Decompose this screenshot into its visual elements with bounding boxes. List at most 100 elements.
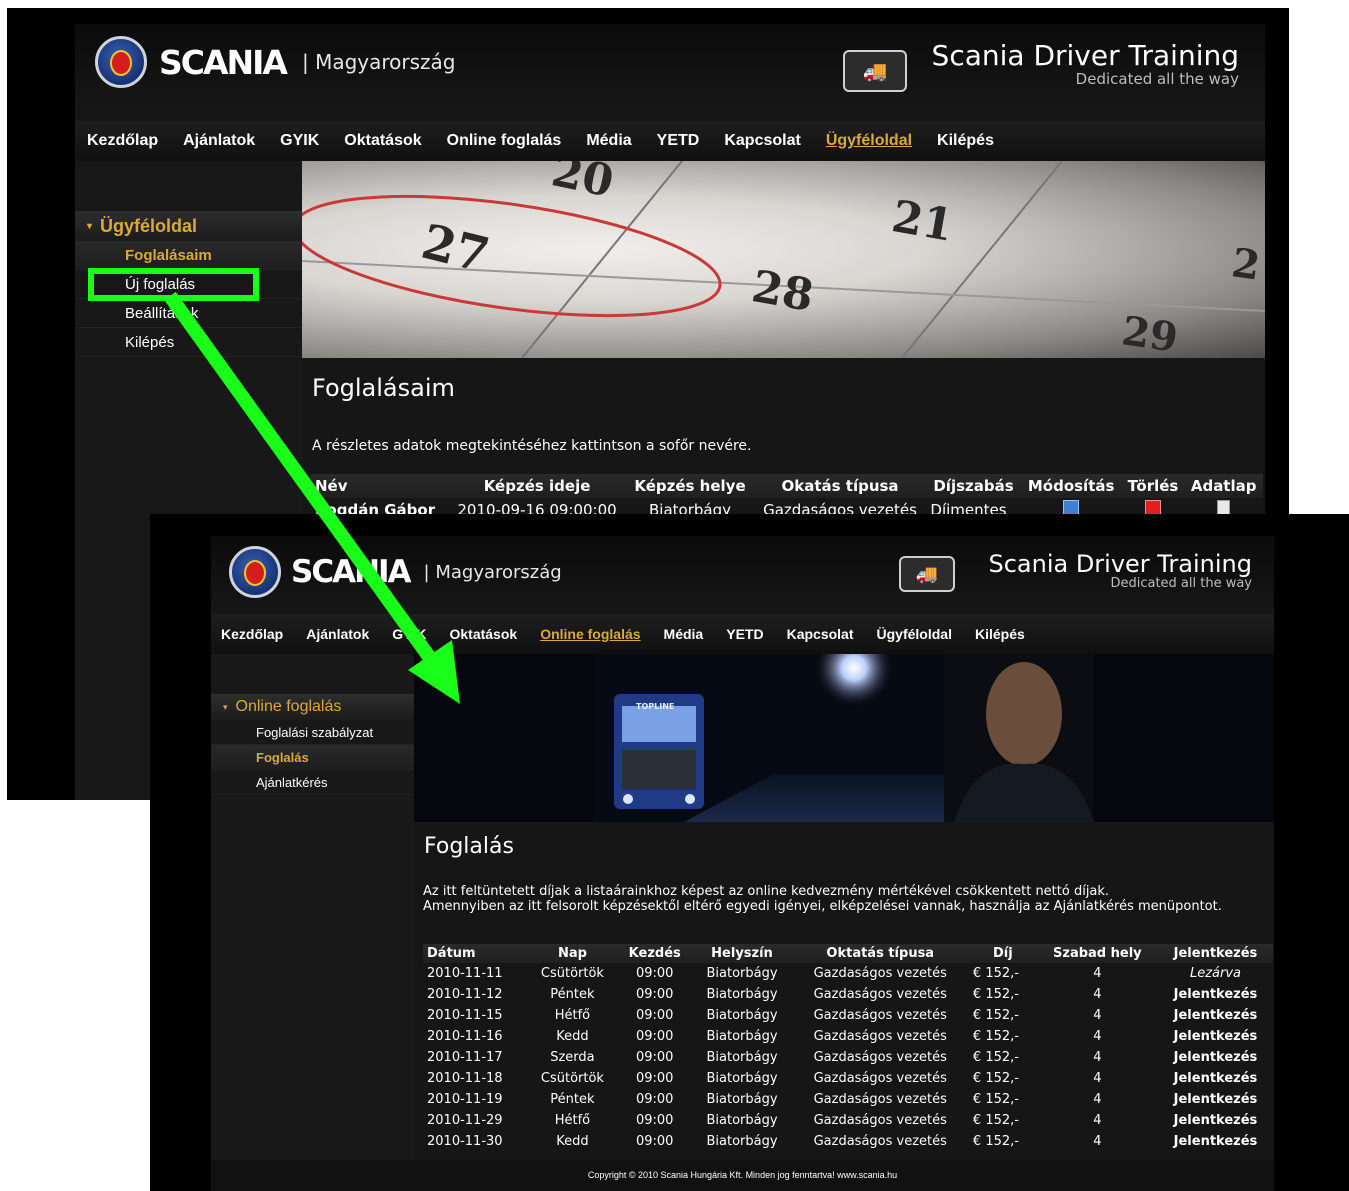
nav-item[interactable]: Ügyféloldal [826, 132, 912, 150]
table-cell: 2010-11-29 [427, 1113, 503, 1128]
apply-link[interactable]: Jelentkezés [1158, 1005, 1273, 1026]
apply-link[interactable]: Jelentkezés [1158, 1068, 1273, 1089]
table-cell: Csütörtök [540, 966, 604, 981]
column-header: Díjszabás [926, 474, 1021, 498]
table-cell: 4 [1093, 1092, 1102, 1107]
table-cell: Gazdaságos vezetés [813, 1050, 947, 1065]
truck-topline-text: TOPLINE [636, 702, 675, 711]
nav-item[interactable]: Oktatások [449, 626, 517, 642]
table-row: 2010-11-16 Kedd 09:00 Biatorbágy Gazdaságos … [423, 1026, 1273, 1047]
table-cell: 4 [1093, 1050, 1102, 1065]
griffin-badge-icon [95, 36, 147, 88]
table-cell: Biatorbágy [706, 1050, 778, 1065]
table-cell: Biatorbágy [706, 1092, 778, 1107]
sidebar-heading[interactable]: ▾ Online foglalás [211, 694, 414, 720]
table-cell: 4 [1093, 1008, 1102, 1023]
nav-item[interactable]: Kezdőlap [87, 132, 158, 150]
sidebar-item[interactable]: Foglalási szabályzat [211, 720, 414, 745]
nav-item[interactable]: Online foglalás [447, 132, 562, 150]
site-header: SCANIA | Magyarország 🚚 Scania Driver Tr… [211, 536, 1274, 612]
table-cell: € 152,- [972, 1008, 1019, 1023]
column-header: Díj [968, 944, 1037, 963]
column-header: Képzés helye [626, 474, 754, 498]
nav-item[interactable]: Ajánlatok [306, 626, 369, 642]
page-title: Foglalásaim [312, 374, 455, 402]
sidebar-heading-label: Ügyféloldal [100, 215, 198, 236]
nav-item[interactable]: Média [586, 132, 631, 150]
column-header: Dátum [423, 944, 528, 963]
truck-image [614, 694, 704, 809]
table-row: 2010-11-15 Hétfő 09:00 Biatorbágy Gazdaságos… [423, 1005, 1273, 1026]
table-cell: Gazdaságos vezetés [813, 966, 947, 981]
table-cell: 2010-11-19 [427, 1092, 503, 1107]
nav-item[interactable]: Kapcsolat [724, 132, 800, 150]
night-truck-banner: TOPLINE [414, 654, 1274, 822]
table-cell: Biatorbágy [706, 1008, 778, 1023]
training-title: Scania Driver Training [931, 39, 1239, 72]
table-cell: Gazdaságos vezetés [813, 1092, 947, 1107]
column-header: Adatlap [1184, 474, 1263, 498]
table-cell: 2010-11-30 [427, 1134, 503, 1149]
apply-link[interactable]: Jelentkezés [1158, 1026, 1273, 1047]
column-header: Törlés [1121, 474, 1185, 498]
column-header: Képzés ideje [447, 474, 627, 498]
apply-link[interactable]: Jelentkezés [1158, 1131, 1273, 1152]
apply-link[interactable]: Jelentkezés [1158, 1110, 1273, 1131]
nav-item[interactable]: Kezdőlap [221, 626, 283, 642]
table-cell: 09:00 [635, 1071, 674, 1086]
highlight-box [88, 268, 259, 301]
table-cell: Biatorbágy [706, 966, 778, 981]
sidebar-item[interactable]: Beállítások [75, 299, 302, 328]
calendar-day: 29 [1119, 307, 1181, 358]
sidebar-heading[interactable]: ▾ Ügyféloldal [75, 211, 302, 241]
driver-training-icon: 🚚 [843, 50, 907, 92]
column-header: Szabad hely [1036, 944, 1158, 963]
calendar-day: 21 [888, 191, 958, 252]
table-cell: Hétfő [554, 1113, 591, 1128]
table-row: 2010-11-17 Szerda 09:00 Biatorbágy Gazdaságo… [423, 1047, 1273, 1068]
table-row: 2010-11-18 Csütörtök 09:00 Biatorbágy Gazdas… [423, 1068, 1273, 1089]
table-row: 2010-11-12 Péntek 09:00 Biatorbágy Gazdaságo… [423, 984, 1273, 1005]
apply-link[interactable]: Jelentkezés [1158, 984, 1273, 1005]
table-cell: 09:00 [635, 1050, 674, 1065]
sidebar-item[interactable]: Foglalás [211, 745, 414, 770]
table-cell: 2010-11-15 [427, 1008, 503, 1023]
table-row: 2010-11-19 Péntek 09:00 Biatorbágy Gazdaságo… [423, 1089, 1273, 1110]
nav-item[interactable]: Ajánlatok [183, 132, 255, 150]
table-cell: 4 [1093, 1029, 1102, 1044]
nav-item[interactable]: YETD [657, 132, 700, 150]
nav-item[interactable]: Ügyféloldal [877, 626, 952, 642]
nav-item[interactable]: Kilépés [937, 132, 994, 150]
table-cell: € 152,- [972, 1134, 1019, 1149]
nav-item[interactable]: Média [664, 626, 704, 642]
nav-item[interactable]: Kilépés [975, 626, 1025, 642]
sidebar-item[interactable]: Kilépés [75, 328, 302, 357]
driver-training-icon: 🚚 [899, 556, 955, 592]
table-cell: Biatorbágy [706, 1071, 778, 1086]
nav-item[interactable]: Kapcsolat [787, 626, 854, 642]
nav-item[interactable]: GYIK [392, 626, 426, 642]
nav-item[interactable]: Online foglalás [540, 626, 640, 642]
site-header: SCANIA | Magyarország 🚚 Scania Driver Tr… [75, 24, 1265, 104]
table-cell: € 152,- [972, 1113, 1019, 1128]
nav-item[interactable]: GYIK [280, 132, 319, 150]
table-row: 2010-11-11 Csütörtök 09:00 Biatorbágy Gazdas… [423, 963, 1273, 984]
table-cell: 4 [1093, 1134, 1102, 1149]
table-cell: Biatorbágy [706, 987, 778, 1002]
apply-link[interactable]: Jelentkezés [1158, 1089, 1273, 1110]
scania-logo[interactable]: SCANIA | Magyarország [95, 36, 455, 88]
sidebar: ▾ Online foglalás Foglalási szabályzat Fo… [211, 654, 414, 1160]
table-cell: Péntek [550, 1092, 595, 1107]
table-cell: 2010-11-18 [427, 1071, 503, 1086]
sidebar-item[interactable]: Ajánlatkérés [211, 770, 414, 795]
apply-link[interactable]: Jelentkezés [1158, 1047, 1273, 1068]
nav-item[interactable]: Oktatások [344, 132, 421, 150]
table-cell: 4 [1093, 1113, 1102, 1128]
table-cell: 2010-11-16 [427, 1029, 503, 1044]
column-header: Kezdés [617, 944, 693, 963]
nav-item[interactable]: YETD [726, 626, 763, 642]
table-cell: 09:00 [635, 1134, 674, 1149]
scania-logo[interactable]: SCANIA | Magyarország [229, 546, 562, 598]
table-cell: 2010-11-11 [427, 966, 503, 981]
sidebar-item[interactable]: Foglalásaim [75, 241, 302, 270]
